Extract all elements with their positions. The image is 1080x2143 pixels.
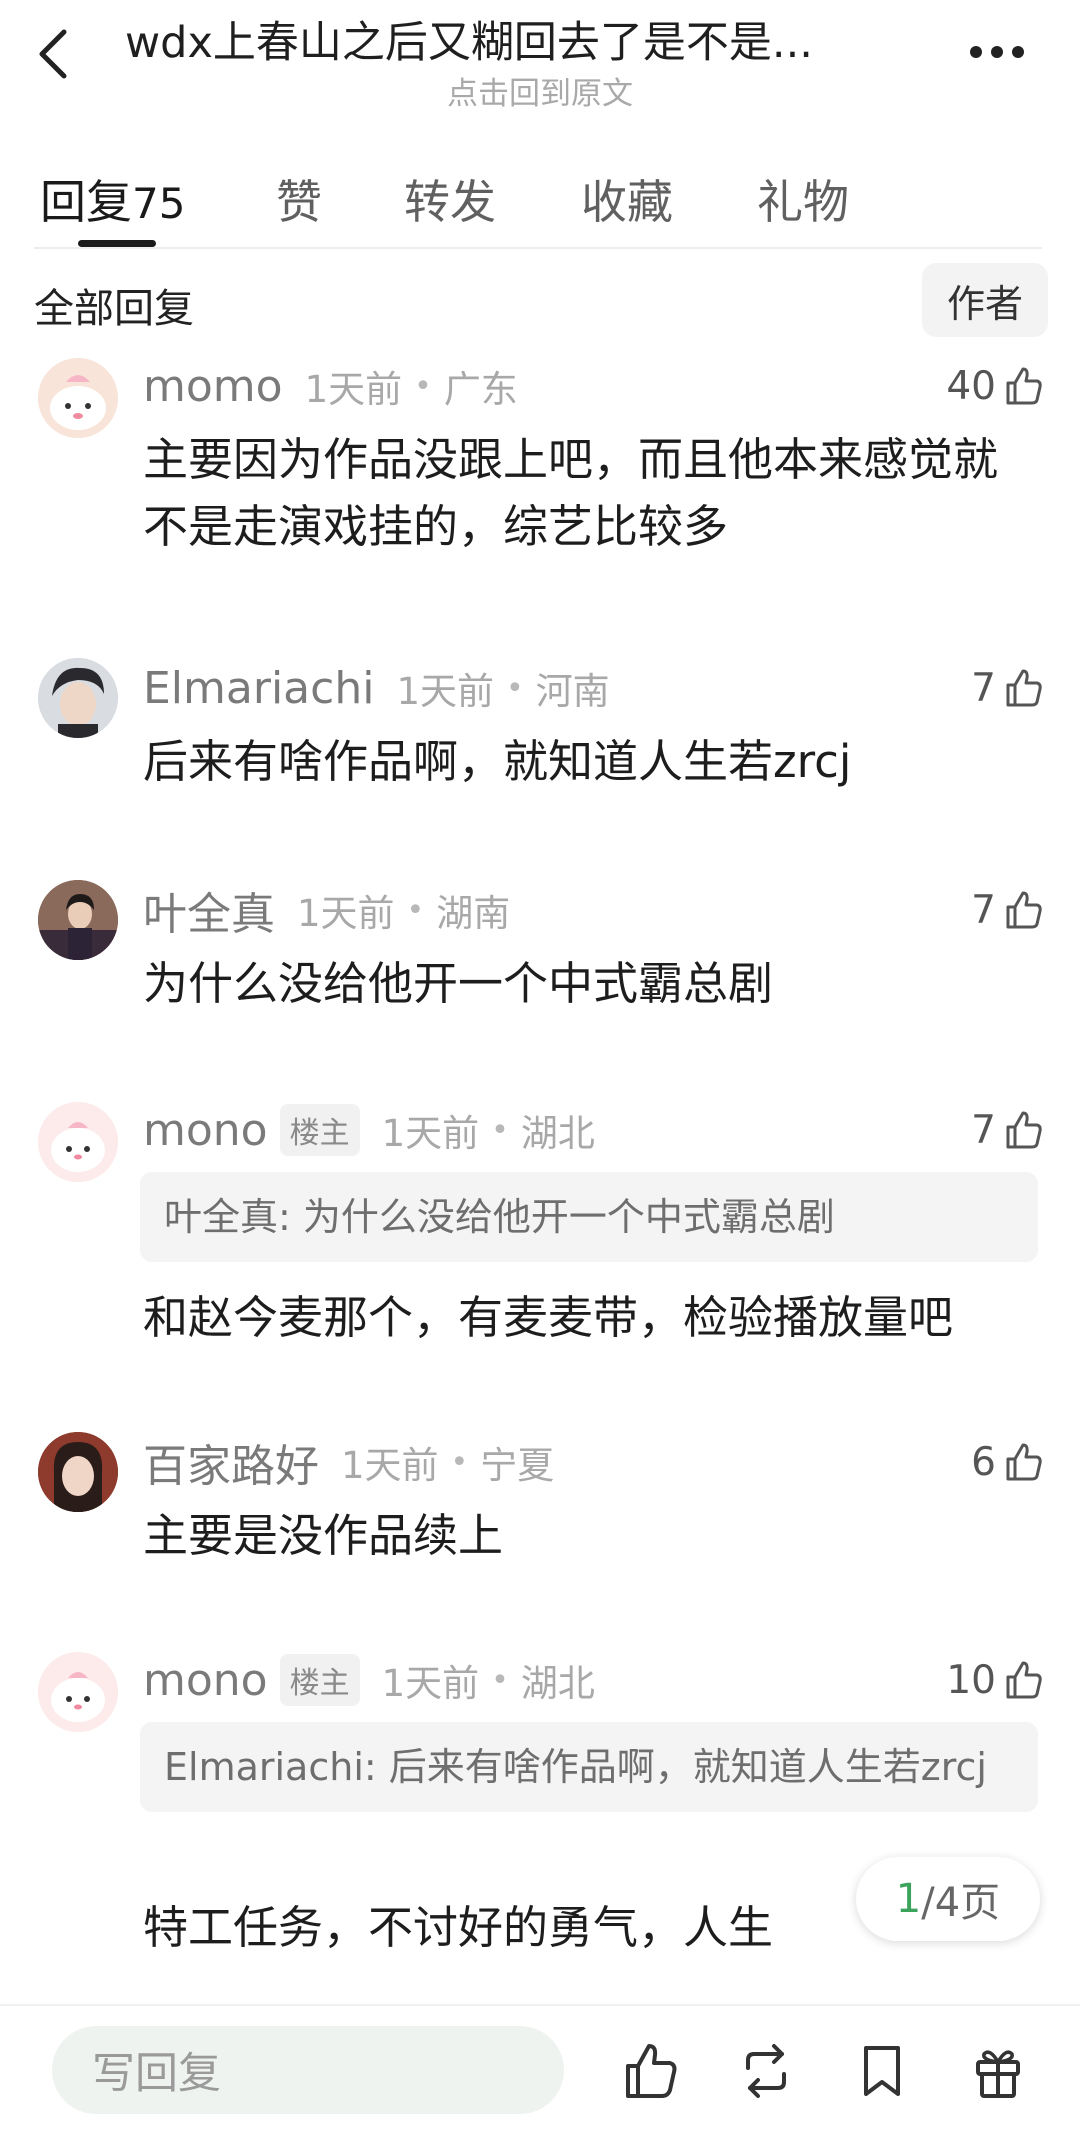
region: 湖南 — [436, 892, 511, 935]
timestamp: 1天前 — [396, 670, 494, 713]
reply-input[interactable]: 写回复 — [52, 2026, 564, 2114]
active-tab-indicator — [78, 240, 156, 247]
tab-bar: 回复75 赞 转发 收藏 礼物 — [0, 150, 1080, 248]
username[interactable]: momo — [143, 361, 283, 412]
thumb-up-icon — [1006, 1111, 1042, 1149]
like-count: 7 — [971, 887, 996, 933]
thumb-up-icon[interactable] — [620, 2040, 680, 2102]
like-button[interactable]: 7 — [971, 1100, 1044, 1160]
thumb-up-icon — [1006, 367, 1042, 405]
like-count: 6 — [971, 1439, 996, 1485]
page-indicator[interactable]: 1/4页 — [856, 1857, 1040, 1941]
tab-gifts[interactable]: 礼物 — [757, 166, 849, 232]
comment-text: 为什么没给他开一个中式霸总剧 — [143, 957, 774, 1010]
avatar[interactable] — [38, 1652, 118, 1732]
divider — [34, 247, 1042, 249]
like-button[interactable]: 6 — [971, 1432, 1044, 1492]
total-pages: /4页 — [921, 1880, 1001, 1926]
comment-meta: mono 楼主 1天前 • 湖北 — [143, 1650, 595, 1710]
tab-replies[interactable]: 回复75 — [40, 166, 185, 232]
comment-meta: mono 楼主 1天前 • 湖北 — [143, 1100, 595, 1160]
timestamp: 1天前 — [381, 1112, 480, 1155]
separator-dot: • — [414, 368, 432, 404]
username[interactable]: Elmariachi — [143, 663, 374, 714]
comment-meta: 百家路好 1天前 • 宁夏 — [143, 1432, 554, 1492]
separator-dot: • — [450, 1444, 469, 1480]
post-title[interactable]: wdx上春山之后又糊回去了是不是... — [125, 8, 915, 70]
quoted-reply[interactable]: Elmariachi: 后来有啥作品啊，就知道人生若zrcj — [140, 1722, 1038, 1812]
avatar[interactable] — [38, 880, 118, 960]
avatar[interactable] — [38, 1432, 118, 1512]
comment-text: 主要因为作品没跟上吧，而且他本来感觉就不是走演戏挂的，综艺比较多 — [143, 433, 999, 553]
thumb-up-icon — [1006, 1661, 1042, 1699]
like-button[interactable]: 7 — [971, 658, 1044, 718]
comment-text: 和赵今麦那个，有麦麦带，检验播放量吧 — [143, 1291, 954, 1344]
username[interactable]: 叶全真 — [143, 878, 275, 942]
like-count: 10 — [946, 1657, 996, 1703]
more-options-icon[interactable] — [968, 44, 1026, 60]
region: 湖北 — [520, 1662, 595, 1705]
username[interactable]: mono — [143, 1105, 268, 1156]
tab-favorites[interactable]: 收藏 — [581, 166, 673, 232]
username[interactable]: 百家路好 — [143, 1430, 319, 1494]
timestamp: 1天前 — [304, 368, 403, 411]
separator-dot: • — [406, 892, 425, 928]
separator-dot: • — [505, 670, 524, 706]
like-button[interactable]: 10 — [946, 1650, 1044, 1710]
avatar[interactable] — [38, 1102, 118, 1182]
comment-meta: momo 1天前 • 广东 — [143, 356, 518, 416]
comment-text: 主要是没作品续上 — [143, 1509, 504, 1562]
comment-meta: 叶全真 1天前 • 湖南 — [143, 880, 510, 940]
region: 湖北 — [520, 1112, 595, 1155]
top-bar: wdx上春山之后又糊回去了是不是... 点击回到原文 — [0, 0, 1080, 120]
back-to-post-link[interactable]: 点击回到原文 — [0, 68, 1080, 113]
avatar[interactable] — [38, 658, 118, 738]
thumb-up-icon — [1006, 1443, 1042, 1481]
timestamp: 1天前 — [341, 1444, 439, 1487]
timestamp: 1天前 — [297, 892, 395, 935]
comment-text: 后来有啥作品啊，就知道人生若zrcj — [143, 735, 852, 788]
op-badge: 楼主 — [279, 1104, 360, 1156]
tab-replies-count: 75 — [132, 179, 186, 228]
tab-likes[interactable]: 赞 — [276, 166, 322, 232]
like-button[interactable]: 40 — [946, 356, 1044, 416]
separator-dot: • — [491, 1112, 509, 1148]
region: 宁夏 — [480, 1444, 555, 1487]
quoted-reply[interactable]: 叶全真: 为什么没给他开一个中式霸总剧 — [140, 1172, 1038, 1262]
like-button[interactable]: 7 — [971, 880, 1044, 940]
all-replies-heading: 全部回复 — [34, 286, 194, 332]
current-page: 1 — [895, 1876, 922, 1922]
comment-meta: Elmariachi 1天前 • 河南 — [143, 658, 610, 718]
timestamp: 1天前 — [381, 1662, 480, 1705]
separator-dot: • — [491, 1662, 509, 1698]
region: 河南 — [535, 670, 610, 713]
thumb-up-icon — [1006, 891, 1042, 929]
tab-replies-label: 回复 — [40, 175, 132, 229]
gift-icon[interactable] — [968, 2040, 1028, 2102]
author-filter-button[interactable]: 作者 — [922, 263, 1048, 337]
tab-reposts[interactable]: 转发 — [404, 166, 496, 232]
like-count: 7 — [971, 1107, 996, 1153]
username[interactable]: mono — [143, 1655, 268, 1706]
like-count: 40 — [946, 363, 996, 409]
divider — [0, 2004, 1080, 2006]
thumb-up-icon — [1006, 669, 1042, 707]
bookmark-icon[interactable] — [852, 2040, 912, 2102]
avatar[interactable] — [38, 358, 118, 438]
region: 广东 — [443, 368, 518, 411]
op-badge: 楼主 — [279, 1654, 360, 1706]
repost-icon[interactable] — [736, 2040, 796, 2102]
like-count: 7 — [971, 665, 996, 711]
